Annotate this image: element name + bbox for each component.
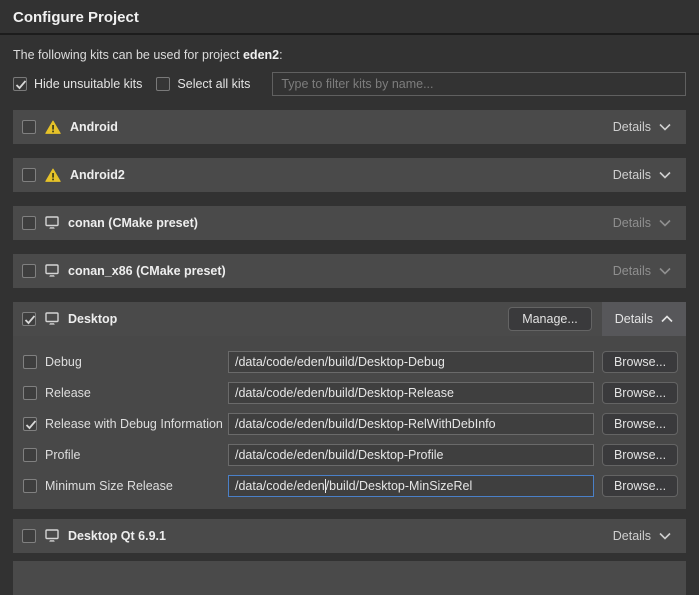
intro-text: The following kits can be used for proje…: [13, 48, 686, 62]
config-checkbox[interactable]: [23, 355, 37, 369]
kit-row-desktop-qt: Desktop Qt 6.9.1 Details: [13, 519, 686, 553]
details-button[interactable]: Details: [602, 302, 686, 336]
kit-row-partial: [13, 561, 686, 595]
monitor-icon: [45, 264, 59, 278]
details-label: Details: [615, 312, 653, 326]
monitor-icon: [45, 312, 59, 326]
chevron-down-icon: [659, 171, 671, 179]
config-label: Profile: [45, 448, 228, 462]
kit-filter-input[interactable]: [272, 72, 686, 96]
details-button[interactable]: Details: [608, 158, 676, 192]
config-row-debug: Debug Browse...: [23, 351, 678, 373]
intro-prefix: The following kits can be used for proje…: [13, 48, 243, 62]
config-row-relwithdebinfo: Release with Debug Information Browse...: [23, 413, 678, 435]
kit-row-desktop: Desktop Manage... Details: [13, 302, 686, 336]
details-label: Details: [613, 120, 651, 134]
config-label: Debug: [45, 355, 228, 369]
check-icon: [23, 313, 35, 326]
build-dir-input[interactable]: [228, 444, 594, 466]
warning-icon: [45, 120, 61, 135]
kit-checkbox[interactable]: [22, 529, 36, 543]
kit-filter-toolbar: Hide unsuitable kits Select all kits: [13, 72, 686, 96]
check-icon: [24, 418, 36, 431]
configure-project-page: Configure Project: [0, 0, 699, 33]
chevron-up-icon: [661, 315, 673, 323]
kit-checkbox[interactable]: [22, 168, 36, 182]
chevron-down-icon: [659, 532, 671, 540]
kit-checkbox[interactable]: [22, 216, 36, 230]
page-title: Configure Project: [13, 0, 686, 33]
config-checkbox[interactable]: [23, 386, 37, 400]
config-checkbox[interactable]: [23, 479, 37, 493]
config-row-minsizerel: Minimum Size Release /data/code/eden/bui…: [23, 475, 678, 497]
intro-suffix: :: [279, 48, 282, 62]
browse-button[interactable]: Browse...: [602, 351, 678, 373]
config-label: Release: [45, 386, 228, 400]
select-all-kits-label: Select all kits: [177, 77, 250, 91]
title-divider: [0, 33, 699, 35]
browse-button[interactable]: Browse...: [602, 413, 678, 435]
kit-name: Android: [70, 120, 118, 134]
kit-row-android: Android Details: [13, 110, 686, 144]
input-text: /build/Desktop-MinSizeRel: [326, 479, 473, 493]
config-checkbox[interactable]: [23, 417, 37, 431]
details-label: Details: [613, 168, 651, 182]
browse-button[interactable]: Browse...: [602, 475, 678, 497]
config-label: Minimum Size Release: [45, 479, 228, 493]
details-button: Details: [608, 206, 676, 240]
details-button[interactable]: Details: [608, 519, 676, 553]
checkbox-icon: [156, 77, 170, 91]
details-label: Details: [613, 264, 651, 278]
kit-row-conan: conan (CMake preset) Details: [13, 206, 686, 240]
browse-button[interactable]: Browse...: [602, 444, 678, 466]
chevron-down-icon: [659, 267, 671, 275]
config-label: Release with Debug Information: [45, 417, 228, 431]
config-row-profile: Profile Browse...: [23, 444, 678, 466]
browse-button[interactable]: Browse...: [602, 382, 678, 404]
warning-icon: [45, 168, 61, 183]
kit-checkbox[interactable]: [22, 120, 36, 134]
desktop-build-configs: Debug Browse... Release Browse... Releas…: [13, 336, 686, 497]
kit-name: Android2: [70, 168, 125, 182]
project-name: eden2: [243, 48, 279, 62]
config-row-release: Release Browse...: [23, 382, 678, 404]
kit-name: Desktop: [68, 312, 117, 326]
hide-unsuitable-label: Hide unsuitable kits: [34, 77, 142, 91]
kit-name: Desktop Qt 6.9.1: [68, 529, 166, 543]
monitor-icon: [45, 216, 59, 230]
details-label: Details: [613, 529, 651, 543]
input-text: /data/code/eden: [235, 479, 325, 493]
config-checkbox[interactable]: [23, 448, 37, 462]
hide-unsuitable-checkbox[interactable]: Hide unsuitable kits: [13, 77, 142, 91]
kit-name: conan (CMake preset): [68, 216, 198, 230]
build-dir-input[interactable]: [228, 351, 594, 373]
check-icon: [14, 78, 26, 91]
chevron-down-icon: [659, 123, 671, 131]
build-dir-input[interactable]: [228, 382, 594, 404]
build-dir-input[interactable]: [228, 413, 594, 435]
details-button: Details: [608, 254, 676, 288]
monitor-icon: [45, 529, 59, 543]
kit-checkbox[interactable]: [22, 264, 36, 278]
kit-row-conan-x86: conan_x86 (CMake preset) Details: [13, 254, 686, 288]
manage-kits-button[interactable]: Manage...: [508, 307, 592, 331]
build-dir-input-focused[interactable]: /data/code/eden/build/Desktop-MinSizeRel: [228, 475, 594, 497]
kit-name: conan_x86 (CMake preset): [68, 264, 226, 278]
chevron-down-icon: [659, 219, 671, 227]
select-all-kits-checkbox[interactable]: Select all kits: [156, 77, 250, 91]
checkbox-icon: [13, 77, 27, 91]
details-button[interactable]: Details: [608, 110, 676, 144]
kit-row-android2: Android2 Details: [13, 158, 686, 192]
kit-checkbox[interactable]: [22, 312, 36, 326]
details-label: Details: [613, 216, 651, 230]
kit-card-desktop: Desktop Manage... Details Debug Browse..…: [13, 302, 686, 509]
